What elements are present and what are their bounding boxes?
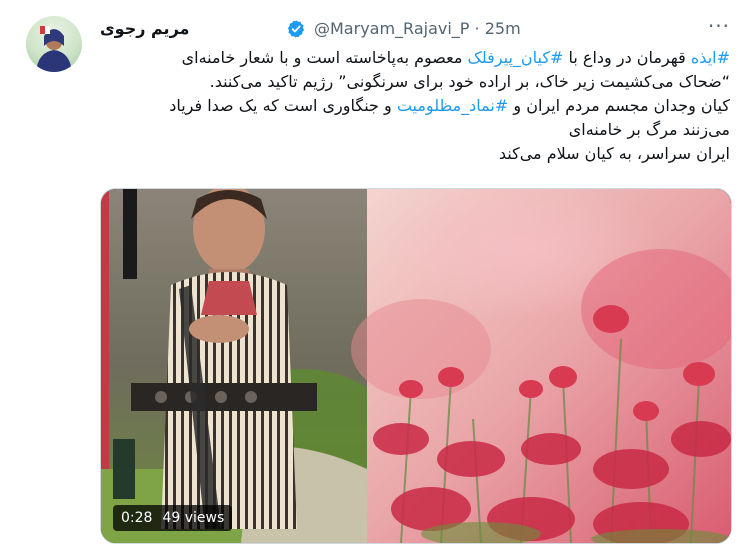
video-views: 49 views xyxy=(162,510,225,526)
tweet: مریم رجوی @Maryam_Rajavi_P · 25m ··· #ای… xyxy=(0,0,754,548)
video-info-pill: 0:28 49 views xyxy=(113,505,233,531)
tweet-text-line-5: ایران سراسر، به کیان سلام می‌کند xyxy=(498,144,730,163)
text-run: معصوم به‌پاخاسته است و با شعار خامنه‌ای xyxy=(181,48,468,67)
avatar[interactable] xyxy=(26,16,82,72)
tweet-text-line-3: کیان وجدان مجسم مردم ایران و #نماد_مظلوم… xyxy=(90,94,730,118)
user-handle[interactable]: @Maryam_Rajavi_P xyxy=(314,19,469,38)
video-thumbnail xyxy=(101,189,731,543)
text-run: کیان وجدان مجسم مردم ایران و xyxy=(508,96,730,115)
tweet-text-line-1: #ایذه قهرمان در وداع با #کیان_پیرفلک معص… xyxy=(90,46,730,70)
hashtag-link[interactable]: #ایذه xyxy=(691,48,730,67)
handle-and-time: @Maryam_Rajavi_P · 25m xyxy=(314,19,521,38)
tweet-text-line-4: می‌زنند مرگ بر خامنه‌ای xyxy=(568,120,730,139)
tweet-text: #ایذه قهرمان در وداع با #کیان_پیرفلک معص… xyxy=(90,46,730,166)
hashtag-link[interactable]: #کیان_پیرفلک xyxy=(468,48,564,67)
text-run: و جنگاوری است که یک صدا فریاد xyxy=(169,96,397,115)
verified-badge-icon xyxy=(286,19,306,39)
tweet-header: مریم رجوی @Maryam_Rajavi_P · 25m ··· xyxy=(96,14,738,42)
video-player[interactable]: 0:28 49 views xyxy=(100,188,732,544)
separator-dot: · xyxy=(474,19,480,38)
display-name[interactable]: مریم رجوی xyxy=(100,19,189,38)
tweet-text-line-2: “ضحاک می‌کشیمت زیر خاک، بر اراده خود برا… xyxy=(209,72,730,91)
timestamp[interactable]: 25m xyxy=(485,19,521,38)
text-run: قهرمان در وداع با xyxy=(563,48,691,67)
hashtag-link[interactable]: #نماد_مظلومیت xyxy=(397,96,508,115)
video-duration: 0:28 xyxy=(121,510,153,526)
more-options-icon[interactable]: ··· xyxy=(708,14,730,38)
